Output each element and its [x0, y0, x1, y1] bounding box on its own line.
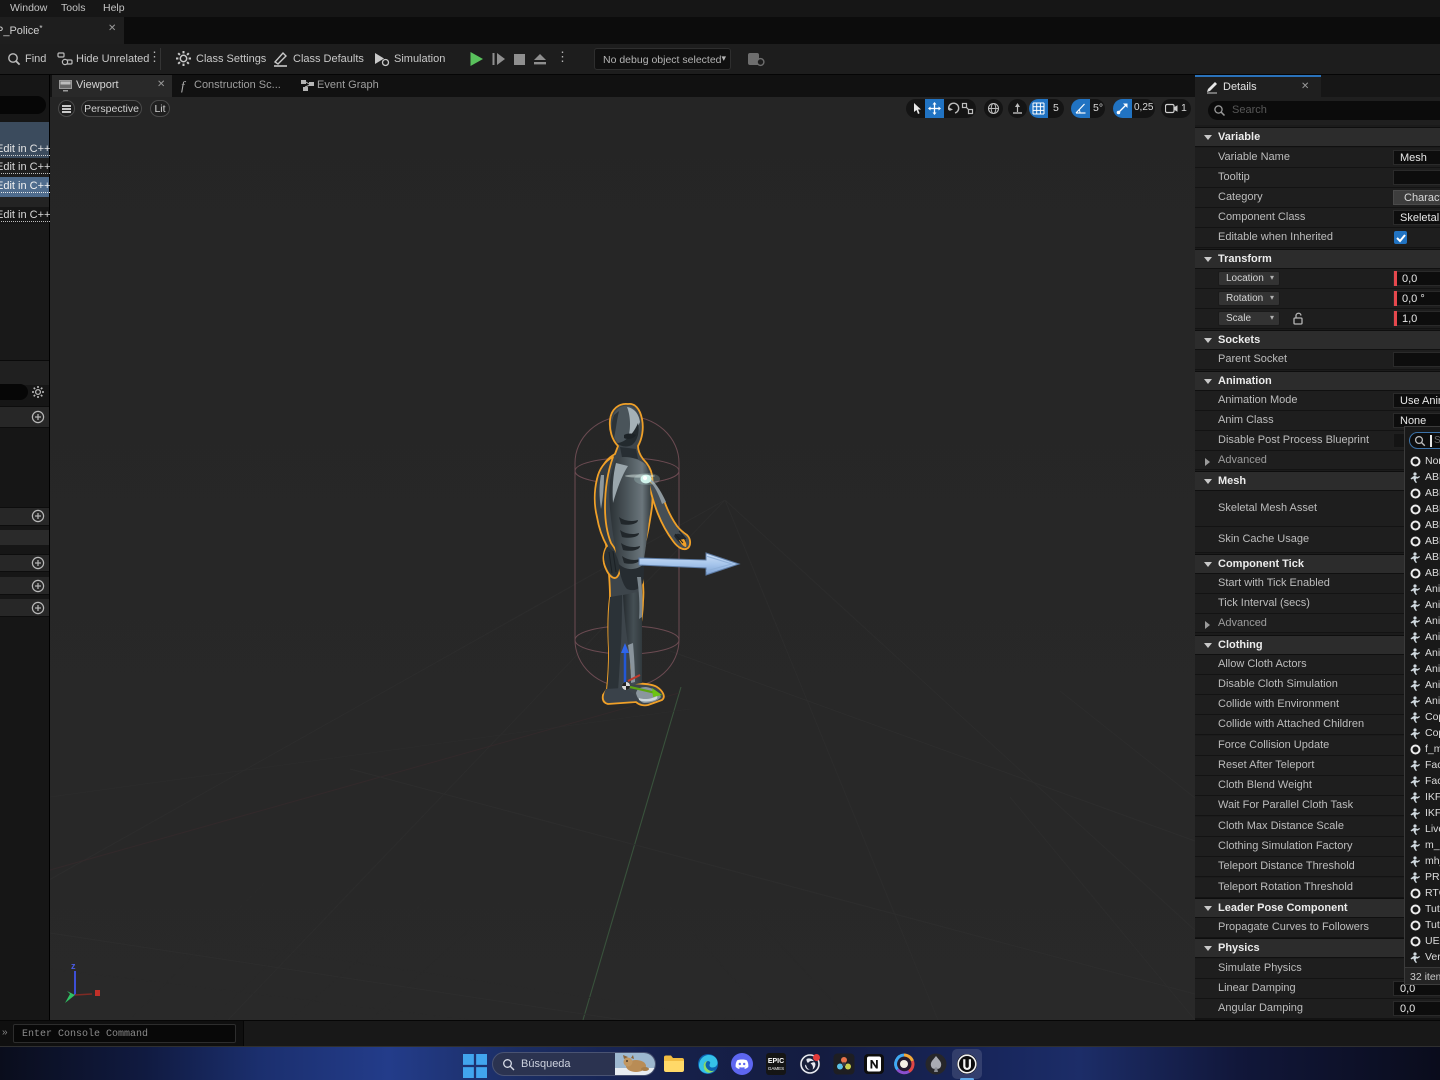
svg-text:GAMES: GAMES	[768, 1066, 784, 1071]
svg-text:EPIC: EPIC	[768, 1058, 784, 1065]
svg-text:z: z	[71, 961, 76, 971]
